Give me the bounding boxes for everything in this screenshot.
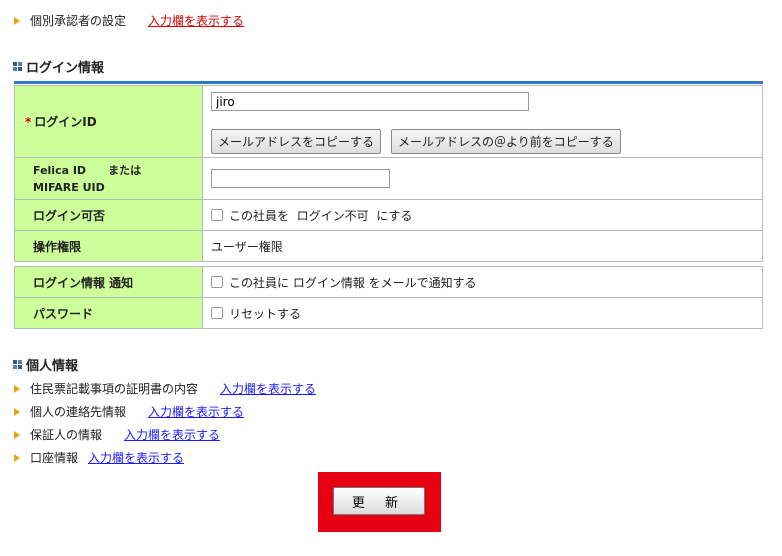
personal-section-header: 個人情報 — [13, 355, 78, 374]
login-allowed-label-cell: ログイン可否 — [14, 199, 203, 231]
login-disabled-checkbox-label: この社員を ログイン不可 にする — [229, 208, 413, 223]
login-id-value-cell: メールアドレスをコピーする メールアドレスの＠より前をコピーする — [202, 85, 763, 158]
bullet-arrow-icon — [14, 407, 20, 416]
login-id-label-cell: * ログインID — [14, 85, 203, 158]
password-label: パスワード — [33, 306, 94, 321]
item-label: 保証人の情報 — [30, 428, 103, 442]
bullet-arrow-icon — [14, 384, 20, 393]
section-title: 個人情報 — [26, 359, 79, 374]
show-input-link[interactable]: 入力欄を表示する — [124, 426, 220, 443]
top-item-approver: 個別承認者の設定 入力欄を表示する — [14, 12, 244, 29]
item-label: 個人の連絡先情報 — [30, 405, 127, 419]
show-input-link[interactable]: 入力欄を表示する — [88, 449, 184, 466]
felica-label-line1: Felica ID または — [33, 163, 142, 177]
item-label: 住民票記載事項の証明書の内容 — [30, 382, 199, 396]
felica-label-line2: MIFARE UID — [33, 180, 105, 194]
login-id-input[interactable] — [211, 92, 529, 111]
item-label: 口座情報 — [30, 451, 79, 465]
notify-label: ログイン情報 通知 — [33, 275, 134, 290]
notify-label-cell: ログイン情報 通知 — [14, 266, 203, 298]
notify-checkbox-label: この社員に ログイン情報 をメールで通知する — [229, 275, 477, 290]
bullet-arrow-icon — [14, 453, 20, 462]
login-allowed-value-cell: この社員を ログイン不可 にする — [202, 199, 763, 231]
password-label-cell: パスワード — [14, 297, 203, 329]
bullet-arrow-icon — [14, 430, 20, 439]
update-button[interactable]: 更 新 — [333, 487, 425, 515]
required-mark: * — [25, 115, 32, 129]
login-allowed-label: ログイン可否 — [33, 208, 106, 223]
section-grid-icon — [13, 360, 22, 369]
felica-label-cell: Felica ID または MIFARE UID — [14, 157, 203, 200]
section-divider — [14, 81, 763, 84]
list-item: 住民票記載事項の証明書の内容 入力欄を表示する — [14, 380, 316, 397]
notify-checkbox[interactable] — [211, 276, 223, 288]
top-item-label: 個別承認者の設定 — [30, 14, 127, 28]
list-item: 口座情報 入力欄を表示する — [14, 449, 184, 466]
show-input-link[interactable]: 入力欄を表示する — [148, 403, 244, 420]
permission-value-cell: ユーザー権限 — [202, 230, 763, 262]
login-info-table: *ログインID メールアドレスをコピーする メールアドレスの＠より前をコピーする… — [14, 85, 763, 262]
permission-label: 操作権限 — [33, 239, 82, 254]
felica-value-cell — [202, 157, 763, 200]
list-item: 個人の連絡先情報 入力欄を表示する — [14, 403, 244, 420]
password-reset-checkbox-label: リセットする — [229, 306, 302, 321]
login-section-header: ログイン情報 — [13, 57, 104, 76]
permission-value: ユーザー権限 — [211, 239, 283, 254]
bullet-arrow-icon — [14, 16, 20, 25]
login-disabled-checkbox[interactable] — [211, 209, 223, 221]
notify-value-cell: この社員に ログイン情報 をメールで通知する — [202, 266, 763, 298]
login-notify-table: ログイン情報 通知 この社員に ログイン情報 をメールで通知する パスワード リ… — [14, 266, 763, 329]
password-value-cell: リセットする — [202, 297, 763, 329]
show-input-link[interactable]: 入力欄を表示する — [220, 380, 316, 397]
login-id-label: ログインID — [34, 115, 97, 129]
section-title: ログイン情報 — [26, 61, 105, 76]
permission-label-cell: 操作権限 — [14, 230, 203, 262]
list-item: 保証人の情報 入力欄を表示する — [14, 426, 220, 443]
felica-id-input[interactable] — [211, 169, 390, 188]
password-reset-checkbox[interactable] — [211, 307, 223, 319]
show-input-link[interactable]: 入力欄を表示する — [148, 12, 244, 29]
copy-before-at-button[interactable]: メールアドレスの＠より前をコピーする — [391, 129, 621, 154]
copy-email-button[interactable]: メールアドレスをコピーする — [211, 129, 382, 154]
section-grid-icon — [13, 62, 22, 71]
